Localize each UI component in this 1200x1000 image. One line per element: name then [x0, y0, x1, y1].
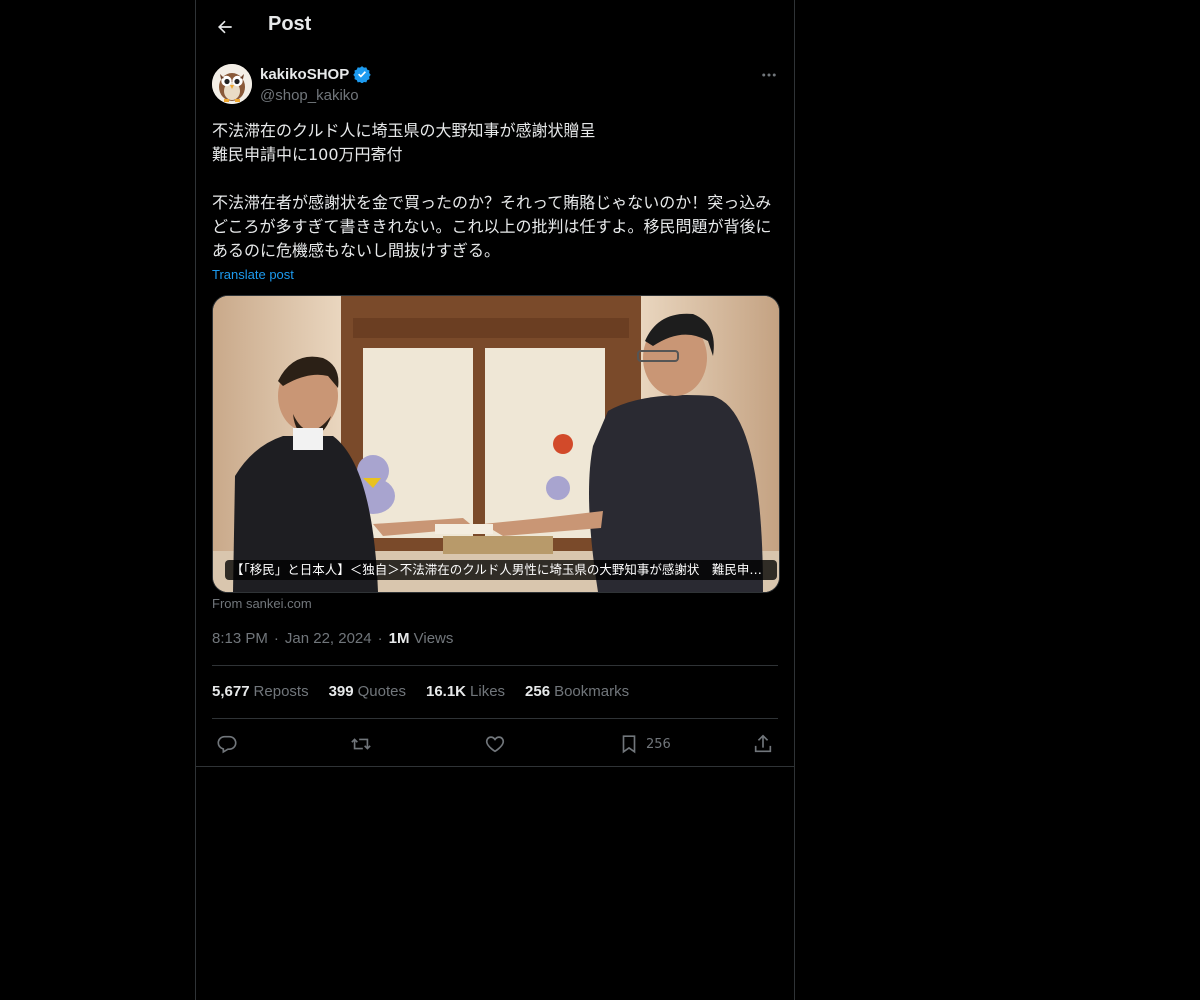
meta-separator: ·	[273, 630, 279, 647]
link-card[interactable]: 【「移民」と日本人】＜独自＞不法滞在のクルド人男性に埼玉県の大野知事が感謝状 難…	[212, 295, 780, 593]
author-name[interactable]: kakikoSHOP	[260, 65, 371, 83]
share-icon	[754, 734, 772, 753]
post-meta: 8:13 PM · Jan 22, 2024 · 1M Views	[212, 630, 453, 647]
likes-stat[interactable]: 16.1K Likes	[426, 683, 505, 700]
likes-count: 16.1K	[425, 683, 467, 700]
post-text: 不法滞在のクルド人に埼玉県の大野知事が感謝状贈呈 難民申請中に100万円寄付 不…	[212, 121, 772, 260]
avatar[interactable]	[212, 64, 252, 104]
bookmark-button[interactable]: 256	[618, 730, 671, 758]
verified-badge-icon	[353, 66, 371, 83]
divider	[212, 665, 778, 666]
post-column: Post kakikoSHOP @shop_kakiko 不法滞在のクルド人に埼…	[195, 0, 795, 1000]
reply-icon	[217, 735, 237, 754]
reposts-count: 5,677	[212, 683, 250, 700]
back-button[interactable]	[208, 10, 242, 44]
card-source[interactable]: From sankei.com	[212, 596, 312, 611]
arrow-left-icon	[218, 20, 232, 34]
author-handle[interactable]: @shop_kakiko	[260, 87, 359, 104]
author-name-text: kakikoSHOP	[260, 65, 350, 83]
owl-avatar-icon	[212, 64, 252, 104]
like-icon	[485, 736, 505, 753]
share-button[interactable]	[752, 730, 774, 758]
bookmark-count: 256	[646, 736, 671, 752]
engagement-stats: 5,677 Reposts 399 Quotes 16.1K Likes 256…	[212, 683, 629, 700]
repost-button[interactable]	[350, 730, 372, 758]
reposts-label: Reposts	[253, 683, 309, 700]
meta-separator: ·	[377, 630, 383, 647]
quotes-count: 399	[328, 683, 354, 700]
like-button[interactable]	[484, 730, 506, 758]
post-date[interactable]: Jan 22, 2024	[285, 630, 372, 647]
divider	[212, 718, 778, 719]
quotes-label: Quotes	[357, 683, 406, 700]
divider	[196, 766, 794, 767]
translate-post-link[interactable]: Translate post	[212, 267, 294, 282]
views-label: Views	[413, 630, 454, 647]
likes-label: Likes	[470, 683, 506, 700]
views-count: 1M	[388, 630, 410, 647]
views: 1M Views	[389, 630, 454, 647]
reposts-stat[interactable]: 5,677 Reposts	[212, 683, 309, 700]
post-time[interactable]: 8:13 PM	[212, 630, 268, 647]
post-header: Post	[196, 0, 794, 54]
card-photo	[213, 296, 779, 592]
action-bar: 256	[196, 730, 794, 758]
more-options-button[interactable]	[758, 64, 780, 86]
repost-icon	[351, 738, 371, 750]
bookmark-icon	[622, 735, 636, 754]
bookmarks-stat[interactable]: 256 Bookmarks	[525, 683, 629, 700]
bookmarks-label: Bookmarks	[554, 683, 630, 700]
card-caption: 【「移民」と日本人】＜独自＞不法滞在のクルド人男性に埼玉県の大野知事が感謝状 難…	[225, 560, 777, 580]
page-title: Post	[268, 13, 312, 35]
bookmarks-count: 256	[525, 683, 551, 700]
reply-button[interactable]	[216, 730, 238, 758]
more-icon	[762, 73, 776, 77]
quotes-stat[interactable]: 399 Quotes	[329, 683, 406, 700]
